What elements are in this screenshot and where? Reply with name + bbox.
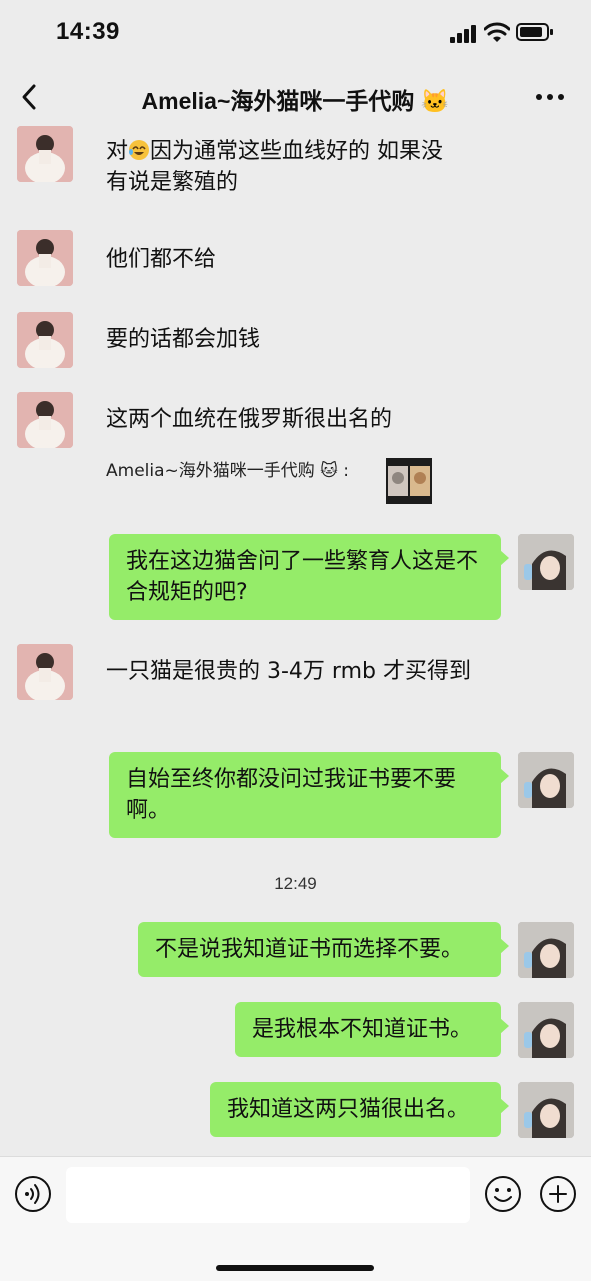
contact-avatar-image xyxy=(17,644,73,700)
sent-message-bubble[interactable]: 自始至终你都没问过我证书要不要啊。 xyxy=(109,752,509,838)
my-avatar-image xyxy=(518,752,574,808)
wifi-icon xyxy=(484,22,510,42)
my-avatar[interactable] xyxy=(518,1002,574,1058)
message-text-input[interactable] xyxy=(66,1167,470,1223)
sent-message-bubble[interactable]: 我在这边猫舍问了一些繁育人这是不合规矩的吧? xyxy=(109,534,509,620)
contact-avatar-image xyxy=(17,126,73,182)
cellular-signal-icon xyxy=(450,25,476,43)
battery-icon xyxy=(516,23,553,41)
contact-avatar[interactable] xyxy=(17,644,73,700)
my-avatar[interactable] xyxy=(518,1082,574,1138)
contact-avatar-image xyxy=(17,392,73,448)
my-avatar[interactable] xyxy=(518,922,574,978)
status-bar: 14:39 xyxy=(0,0,591,68)
received-message: 对因为通常这些血线好的 如果没 有说是繁殖的 xyxy=(106,139,444,195)
chat-title: Amelia~海外猫咪一手代购 🐱 xyxy=(141,88,450,114)
voice-input-icon[interactable] xyxy=(14,1175,52,1213)
sent-message-bubble[interactable]: 我知道这两只猫很出名。 xyxy=(210,1082,509,1137)
sent-message-bubble[interactable]: 不是说我知道证书而选择不要。 xyxy=(138,922,509,977)
received-message: 这两个血统在俄罗斯很出名的 xyxy=(106,407,393,432)
contact-avatar[interactable] xyxy=(17,126,73,182)
emoji-icon[interactable] xyxy=(484,1175,522,1213)
contact-avatar[interactable] xyxy=(17,392,73,448)
plus-icon[interactable] xyxy=(539,1175,577,1213)
received-message: 他们都不给 xyxy=(106,247,217,272)
contact-avatar[interactable] xyxy=(17,230,73,286)
message-input-bar xyxy=(0,1156,591,1281)
home-indicator[interactable] xyxy=(216,1265,374,1271)
contact-avatar-image xyxy=(17,230,73,286)
quoted-reference-label: Amelia~海外猫咪一手代购 🐱 : xyxy=(106,461,350,481)
contact-avatar[interactable] xyxy=(17,312,73,368)
contact-avatar-image xyxy=(17,312,73,368)
laughing-crying-emoji-icon xyxy=(129,140,150,160)
my-avatar-image xyxy=(518,534,574,590)
my-avatar-image xyxy=(518,1002,574,1058)
received-message: 一只猫是很贵的 3-4万 rmb 才买得到 xyxy=(106,659,471,684)
my-avatar-image xyxy=(518,922,574,978)
message-list[interactable]: 对因为通常这些血线好的 如果没 有说是繁殖的 他们都不给 要的话都会加钱 这两个… xyxy=(0,126,591,1156)
time-divider: 12:49 xyxy=(274,874,317,893)
received-message: 要的话都会加钱 xyxy=(106,327,261,352)
chat-header: Amelia~海外猫咪一手代购 🐱 xyxy=(0,68,591,126)
quoted-image-thumbnail[interactable] xyxy=(386,458,432,504)
back-chevron-icon[interactable] xyxy=(18,82,42,112)
more-options-icon[interactable] xyxy=(530,86,570,108)
my-avatar[interactable] xyxy=(518,752,574,808)
sent-message-bubble[interactable]: 是我根本不知道证书。 xyxy=(235,1002,509,1057)
status-time: 14:39 xyxy=(56,18,120,45)
my-avatar[interactable] xyxy=(518,534,574,590)
my-avatar-image xyxy=(518,1082,574,1138)
